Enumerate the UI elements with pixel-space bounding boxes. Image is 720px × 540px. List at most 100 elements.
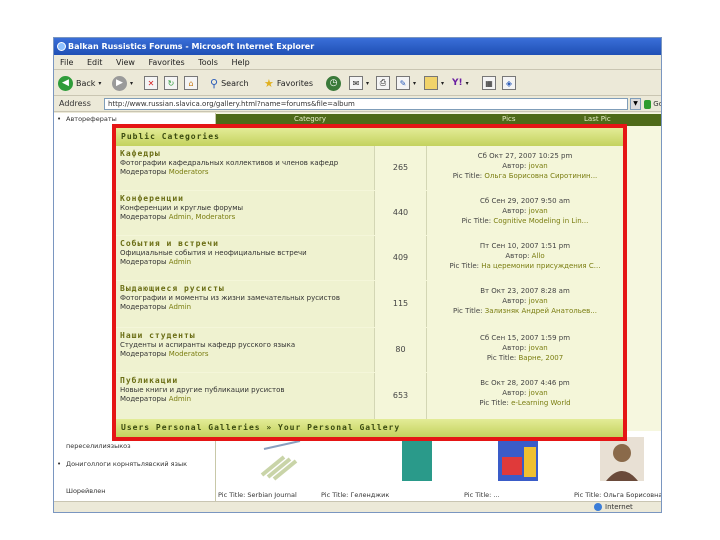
screenshot-stage: Balkan Russistics Forums - Microsoft Int… [0,0,720,540]
menu-edit[interactable]: Edit [87,58,103,67]
ie-logo-icon [57,42,66,51]
pic-title-link[interactable]: Зализняк Андрей Анатольев... [485,307,597,315]
print-button[interactable]: ⎙ [376,74,390,92]
menu-help[interactable]: Help [231,58,249,67]
sidebar-link[interactable]: Авторефераты [66,115,211,124]
last-pic-cell: Вс Окт 28, 2007 4:46 pm Автор: jovan Pic… [427,373,623,419]
pic-title-link[interactable]: e-Learning World [511,399,571,407]
pic-title-label: Pic Title: [486,354,517,362]
search-icon: ⚲ [210,76,219,90]
mail-button[interactable]: ✉ ▾ [349,74,369,92]
category-title-link[interactable]: Конференции [120,194,374,203]
address-dropdown-button[interactable]: ▼ [630,98,641,110]
category-cell: Публикации Новые книги и другие публикац… [116,373,375,419]
pic-title-label: Pic Title: [461,217,492,225]
author-label: Автор: [502,389,527,397]
category-title-link[interactable]: Публикации [120,376,374,385]
author-link[interactable]: Allo [532,252,545,260]
extra-button-2[interactable]: ◈ [502,74,516,92]
pic-title-link[interactable]: На церемонии присуждения С... [481,262,600,270]
last-pic-author: Автор: jovan [427,206,623,216]
toolbar-extra-icon: ▦ [482,76,496,90]
pic-count: 653 [375,373,427,419]
address-bar: Address http://www.russian.slavica.org/g… [54,96,661,112]
sidebar-link[interactable]: Шорейвлен [66,487,211,496]
thumbnail-image[interactable] [260,437,306,481]
folder-button[interactable]: ▾ [424,74,444,92]
last-pic-author: Автор: jovan [427,343,623,353]
thumbnail-caption: Pic Title: ... [464,491,500,499]
author-link[interactable]: jovan [529,162,548,170]
go-button[interactable]: Go [644,98,661,110]
status-bar: Internet [54,501,661,512]
refresh-button[interactable]: ↻ [164,74,178,92]
toolbar-extra-icon: ◈ [502,76,516,90]
last-pic-title: Pic Title: Варне, 2007 [427,353,623,363]
menu-favorites[interactable]: Favorites [149,58,185,67]
pic-title-link[interactable]: Варне, 2007 [519,354,564,362]
window-titlebar[interactable]: Balkan Russistics Forums - Microsoft Int… [54,38,661,55]
home-icon: ⌂ [184,76,198,90]
category-title-link[interactable]: Кафедры [120,149,374,158]
category-title-link[interactable]: События и встречи [120,239,374,248]
menu-tools[interactable]: Tools [198,58,218,67]
bullet-icon: • [57,115,62,123]
author-label: Автор: [502,207,527,215]
extra-button-1[interactable]: ▦ [482,74,496,92]
pic-title-link[interactable]: Ольга Борисовна Сиротинин... [484,172,597,180]
favorites-button[interactable]: ★ Favorites [264,74,313,92]
moderator-link[interactable]: Admin [169,258,191,266]
print-icon: ⎙ [376,76,390,90]
thumbnail-image[interactable] [402,437,432,481]
author-link[interactable]: jovan [529,297,548,305]
moderators-label: Модераторы [120,350,167,358]
pic-count: 409 [375,236,427,280]
yahoo-button[interactable]: Y! ▾ [452,74,469,92]
go-label: Go [653,100,661,108]
moderator-link[interactable]: Admin [169,303,191,311]
author-link[interactable]: jovan [529,344,548,352]
forward-arrow-icon: ▶ [112,75,127,91]
menu-file[interactable]: File [60,58,73,67]
home-button[interactable]: ⌂ [184,74,198,92]
sidebar-link[interactable]: Дониголлоги корнятьлявский язык [66,460,211,469]
public-categories-header: Public Categories [116,128,623,146]
moderator-link[interactable]: Admin [169,395,191,403]
moderator-link[interactable]: Moderators [169,350,209,358]
thumbnail-caption: Pic Title: Геленджик [321,491,390,499]
category-row: Кафедры Фотографии кафедральных коллекти… [116,146,623,190]
category-title-link[interactable]: Выдающиеся русисты [120,284,374,293]
last-pic-author: Автор: jovan [427,296,623,306]
personal-galleries-link[interactable]: Users Personal Galleries » Your Personal… [116,419,623,437]
search-button[interactable]: ⚲ Search [210,74,249,92]
stop-button[interactable]: ✕ [144,74,158,92]
edit-icon: ✎ [396,76,410,90]
moderators-label: Модераторы [120,258,167,266]
last-pic-date: Пт Сен 10, 2007 1:51 pm [479,242,571,250]
refresh-icon: ↻ [164,76,178,90]
thumbnail-graphic [600,437,644,481]
last-pic-title: Pic Title: Cognitive Modeling in Lin... [427,216,623,226]
pic-title-link[interactable]: Cognitive Modeling in Lin... [493,217,588,225]
sidebar-link[interactable]: переселилиязыкоз [66,442,211,451]
chevron-down-icon: ▾ [366,79,370,87]
last-pic-title: Pic Title: Зализняк Андрей Анатольев... [427,306,623,316]
thumbnail-image[interactable] [498,437,538,481]
author-link[interactable]: jovan [529,207,548,215]
author-link[interactable]: jovan [529,389,548,397]
moderator-link[interactable]: Admin, Moderators [169,213,236,221]
moderator-link[interactable]: Moderators [169,168,209,176]
back-label: Back [76,78,96,88]
forward-button[interactable]: ▶ ▾ [112,74,133,92]
menu-view[interactable]: View [116,58,135,67]
category-description: Фотографии кафедральных коллективов и чл… [120,159,339,167]
chevron-down-icon: ▾ [413,79,417,87]
thumbnail-image[interactable] [600,437,644,481]
last-pic-author: Автор: jovan [427,161,623,171]
address-input[interactable]: http://www.russian.slavica.org/gallery.h… [104,98,628,110]
category-title-link[interactable]: Наши студенты [120,331,374,340]
edit-button[interactable]: ✎ ▾ [396,74,416,92]
history-button[interactable]: ◷ [326,74,341,92]
back-button[interactable]: ◀ Back ▾ [58,74,101,92]
last-pic-date: Сб Окт 27, 2007 10:25 pm [477,152,573,160]
